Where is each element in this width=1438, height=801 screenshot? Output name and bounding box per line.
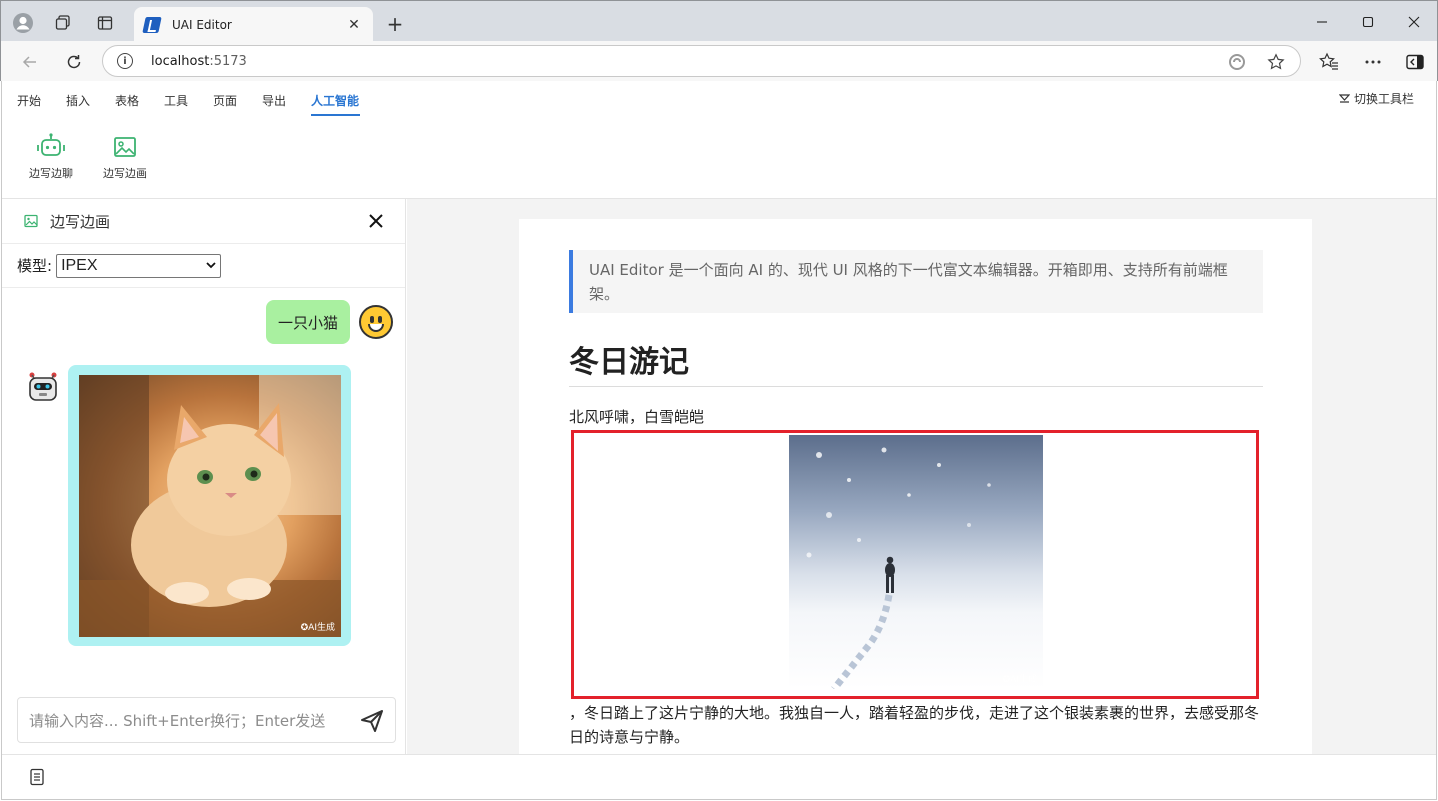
draw-while-writing-button[interactable]: 边写边画 — [103, 133, 147, 181]
more-menu-icon[interactable] — [1362, 51, 1384, 73]
panel-title: 边写边画 — [50, 212, 111, 231]
document-page[interactable]: UAI Editor 是一个面向 AI 的、现代 UI 风格的下一代富文本编辑器… — [519, 219, 1312, 754]
user-message-bubble: 一只小猫 — [266, 300, 350, 344]
image-icon — [24, 214, 38, 228]
draw-button-label: 边写边画 — [103, 167, 147, 180]
favorite-star-icon[interactable] — [1266, 52, 1286, 72]
refresh-icon[interactable] — [59, 47, 89, 77]
chat-button-label: 边写边聊 — [29, 167, 73, 180]
uai-editor-app: 开始 插入 表格 工具 页面 导出 人工智能 切换工具栏 边写边聊 边写边画 边… — [1, 81, 1437, 800]
minimize-icon[interactable] — [1299, 7, 1345, 37]
chat-while-writing-button[interactable]: 边写边聊 — [29, 133, 73, 181]
browser-tab-strip: UAI Editor ✕ + — [0, 0, 1438, 42]
generated-cat-image[interactable]: ✪AI生成 — [79, 375, 341, 637]
menu-tools[interactable]: 工具 — [164, 92, 188, 109]
toggle-toolbar-label: 切换工具栏 — [1353, 92, 1414, 106]
user-avatar-smiley-icon — [359, 305, 393, 339]
menu-start[interactable]: 开始 — [17, 92, 41, 109]
active-tab-indicator — [311, 114, 360, 116]
user-message-text: 一只小猫 — [277, 313, 338, 332]
window-close-icon[interactable] — [1391, 7, 1437, 37]
panel-header: 边写边画 — [2, 199, 405, 244]
browser-tab-active[interactable]: UAI Editor ✕ — [134, 7, 373, 42]
maximize-icon[interactable] — [1345, 7, 1391, 37]
toggle-toolbar-button[interactable]: 切换工具栏 — [1338, 90, 1414, 107]
close-icon[interactable] — [365, 210, 387, 232]
chat-input[interactable]: 请输入内容... Shift+Enter换行；Enter发送 — [17, 697, 396, 743]
arrow-left-icon[interactable] — [15, 47, 45, 77]
url-field[interactable]: i localhost:5173 — [102, 45, 1301, 77]
image-icon — [114, 137, 136, 157]
tab-actions-icon[interactable] — [91, 9, 119, 37]
paragraph-2[interactable]: ，冬日踏上了这片宁静的大地。我独自一人，踏着轻盈的步伐，走进了这个银装素裹的世界… — [569, 701, 1263, 749]
status-bar — [2, 754, 1436, 799]
model-select[interactable]: IPEX — [56, 253, 222, 278]
send-icon[interactable] — [359, 708, 385, 734]
snow-walker-image[interactable]: ✪AI生成 — [789, 435, 1043, 689]
new-tab-button[interactable]: + — [382, 11, 408, 37]
url-port: :5173 — [209, 53, 247, 69]
chevron-down-icon — [206, 262, 216, 269]
document-heading[interactable]: 冬日游记 — [569, 337, 689, 381]
document-outline-icon[interactable] — [29, 768, 45, 786]
model-row: 模型: IPEX — [2, 244, 405, 288]
tab-title: UAI Editor — [172, 17, 232, 32]
info-icon[interactable]: i — [117, 53, 133, 69]
bot-message-bubble: ✪AI生成 — [68, 365, 351, 646]
menu-table[interactable]: 表格 — [115, 92, 139, 109]
robot-icon — [37, 133, 65, 156]
ai-generated-watermark: ✪AI生成 — [1002, 675, 1037, 685]
model-value: IPEX — [61, 256, 98, 274]
intro-blockquote[interactable]: UAI Editor 是一个面向 AI 的、现代 UI 风格的下一代富文本编辑器… — [569, 250, 1263, 313]
menu-export[interactable]: 导出 — [262, 92, 286, 109]
uai-logo-icon — [142, 16, 162, 33]
sidebar-toggle-icon[interactable] — [1404, 51, 1426, 73]
ai-draw-panel: 边写边画 模型: IPEX 一只小猫 ✪AI生成 请输入内容... Shift+… — [2, 199, 406, 754]
menu-insert[interactable]: 插入 — [66, 92, 90, 109]
profile-icon[interactable] — [9, 9, 37, 37]
workspaces-icon[interactable] — [49, 9, 77, 37]
tab-close-icon[interactable]: ✕ — [345, 16, 363, 34]
chat-input-placeholder: 请输入内容... Shift+Enter换行；Enter发送 — [29, 711, 326, 730]
menu-bar: 开始 插入 表格 工具 页面 导出 人工智能 切换工具栏 — [2, 81, 1436, 119]
ribbon-toolbar: 边写边聊 边写边画 — [2, 119, 1436, 199]
paragraph-1[interactable]: 北风呼啸，白雪皑皑 — [569, 406, 704, 427]
editor-canvas: UAI Editor 是一个面向 AI 的、现代 UI 风格的下一代富文本编辑器… — [407, 199, 1436, 754]
ai-generated-watermark: ✪AI生成 — [300, 623, 335, 633]
menu-page[interactable]: 页面 — [213, 92, 237, 109]
robot-avatar-icon — [29, 372, 57, 401]
url-host: localhost — [151, 53, 210, 69]
favorites-icon[interactable] — [1318, 51, 1340, 73]
menu-ai[interactable]: 人工智能 — [311, 92, 359, 109]
url-text: localhost:5173 — [151, 54, 247, 69]
read-aloud-icon[interactable] — [1227, 52, 1247, 72]
toolbar-toggle-icon — [1338, 94, 1350, 103]
heading-divider — [569, 386, 1263, 387]
browser-address-bar: i localhost:5173 — [0, 41, 1438, 81]
model-label: 模型: — [17, 257, 53, 275]
selected-image-frame[interactable]: ✪AI生成 — [571, 430, 1259, 699]
